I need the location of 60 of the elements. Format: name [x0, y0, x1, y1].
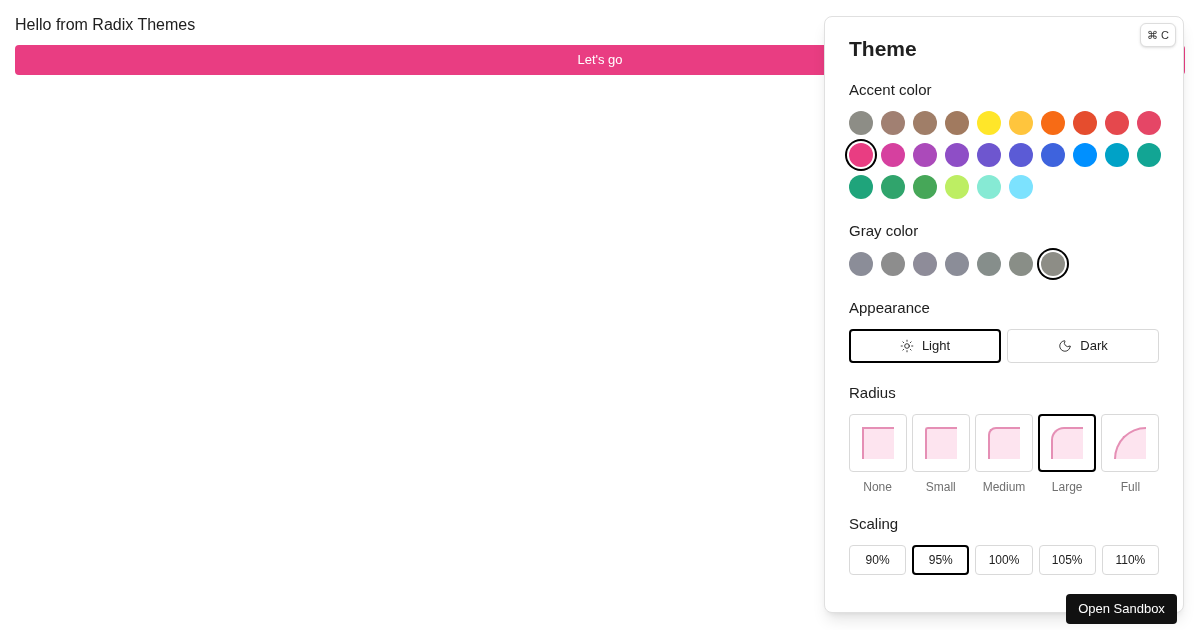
color-swatch[interactable] — [849, 143, 873, 167]
corner-preview-icon — [861, 427, 894, 459]
scaling-option[interactable]: 90% — [849, 545, 907, 575]
color-swatch[interactable] — [849, 252, 873, 276]
color-swatch[interactable] — [881, 143, 905, 167]
section-label: Scaling — [849, 514, 900, 534]
section-label: Gray color — [849, 221, 920, 241]
color-swatch[interactable] — [913, 252, 937, 276]
appearance-toggle[interactable]: Dark — [1007, 329, 1159, 363]
color-swatch[interactable] — [913, 111, 937, 135]
scaling-option[interactable]: 100% — [975, 545, 1033, 575]
scaling-option[interactable]: 110% — [1101, 545, 1159, 575]
color-swatch[interactable] — [1009, 111, 1033, 135]
color-swatch[interactable] — [1009, 143, 1033, 167]
color-swatch[interactable] — [1137, 111, 1161, 135]
radius-label: Small — [925, 479, 956, 496]
color-swatch[interactable] — [1041, 143, 1065, 167]
color-swatch[interactable] — [881, 175, 905, 199]
color-swatch[interactable] — [849, 175, 873, 199]
radius-label: None — [863, 479, 892, 496]
corner-preview-icon — [924, 427, 957, 459]
color-swatch[interactable] — [913, 143, 937, 167]
color-swatch[interactable] — [977, 143, 1001, 167]
color-swatch[interactable] — [1105, 143, 1129, 167]
sun-icon — [899, 339, 914, 353]
color-swatch[interactable] — [1105, 111, 1129, 135]
radius-option[interactable] — [1038, 414, 1097, 472]
radius-label: Full — [1120, 479, 1141, 496]
color-swatch[interactable] — [945, 252, 969, 276]
scaling-option[interactable]: 95% — [912, 545, 970, 575]
corner-preview-icon — [1051, 427, 1084, 459]
radius-label: Large — [1051, 479, 1083, 496]
color-swatch[interactable] — [913, 175, 937, 199]
color-swatch[interactable] — [977, 252, 1001, 276]
color-swatch[interactable] — [977, 111, 1001, 135]
open-sandbox-button[interactable]: Open Sandbox — [1066, 594, 1177, 624]
corner-preview-icon — [988, 427, 1020, 459]
color-swatch[interactable] — [977, 175, 1001, 199]
color-swatch[interactable] — [1009, 175, 1033, 199]
color-swatch[interactable] — [881, 252, 905, 276]
color-swatch[interactable] — [849, 111, 873, 135]
color-swatch[interactable] — [881, 111, 905, 135]
color-swatch[interactable] — [1041, 111, 1065, 135]
color-swatch[interactable] — [1073, 143, 1097, 167]
section-label: Radius — [849, 383, 897, 403]
color-swatch[interactable] — [1137, 143, 1161, 167]
color-swatch[interactable] — [1073, 111, 1097, 135]
greeting-text: Hello from Radix Themes — [15, 15, 196, 35]
color-swatch[interactable] — [1009, 252, 1033, 276]
color-swatch[interactable] — [945, 175, 969, 199]
moon-icon — [1058, 339, 1073, 353]
color-swatch[interactable] — [1041, 252, 1065, 276]
shortcut-key: ⌘ C — [1140, 23, 1176, 47]
radius-label: Medium — [982, 479, 1026, 496]
section-label: Appearance — [849, 298, 931, 318]
color-swatch[interactable] — [945, 143, 969, 167]
appearance-toggle[interactable]: Light — [849, 329, 1001, 363]
color-swatch[interactable] — [945, 111, 969, 135]
scaling-option[interactable]: 105% — [1038, 545, 1096, 575]
section-label: Accent color — [849, 80, 933, 100]
